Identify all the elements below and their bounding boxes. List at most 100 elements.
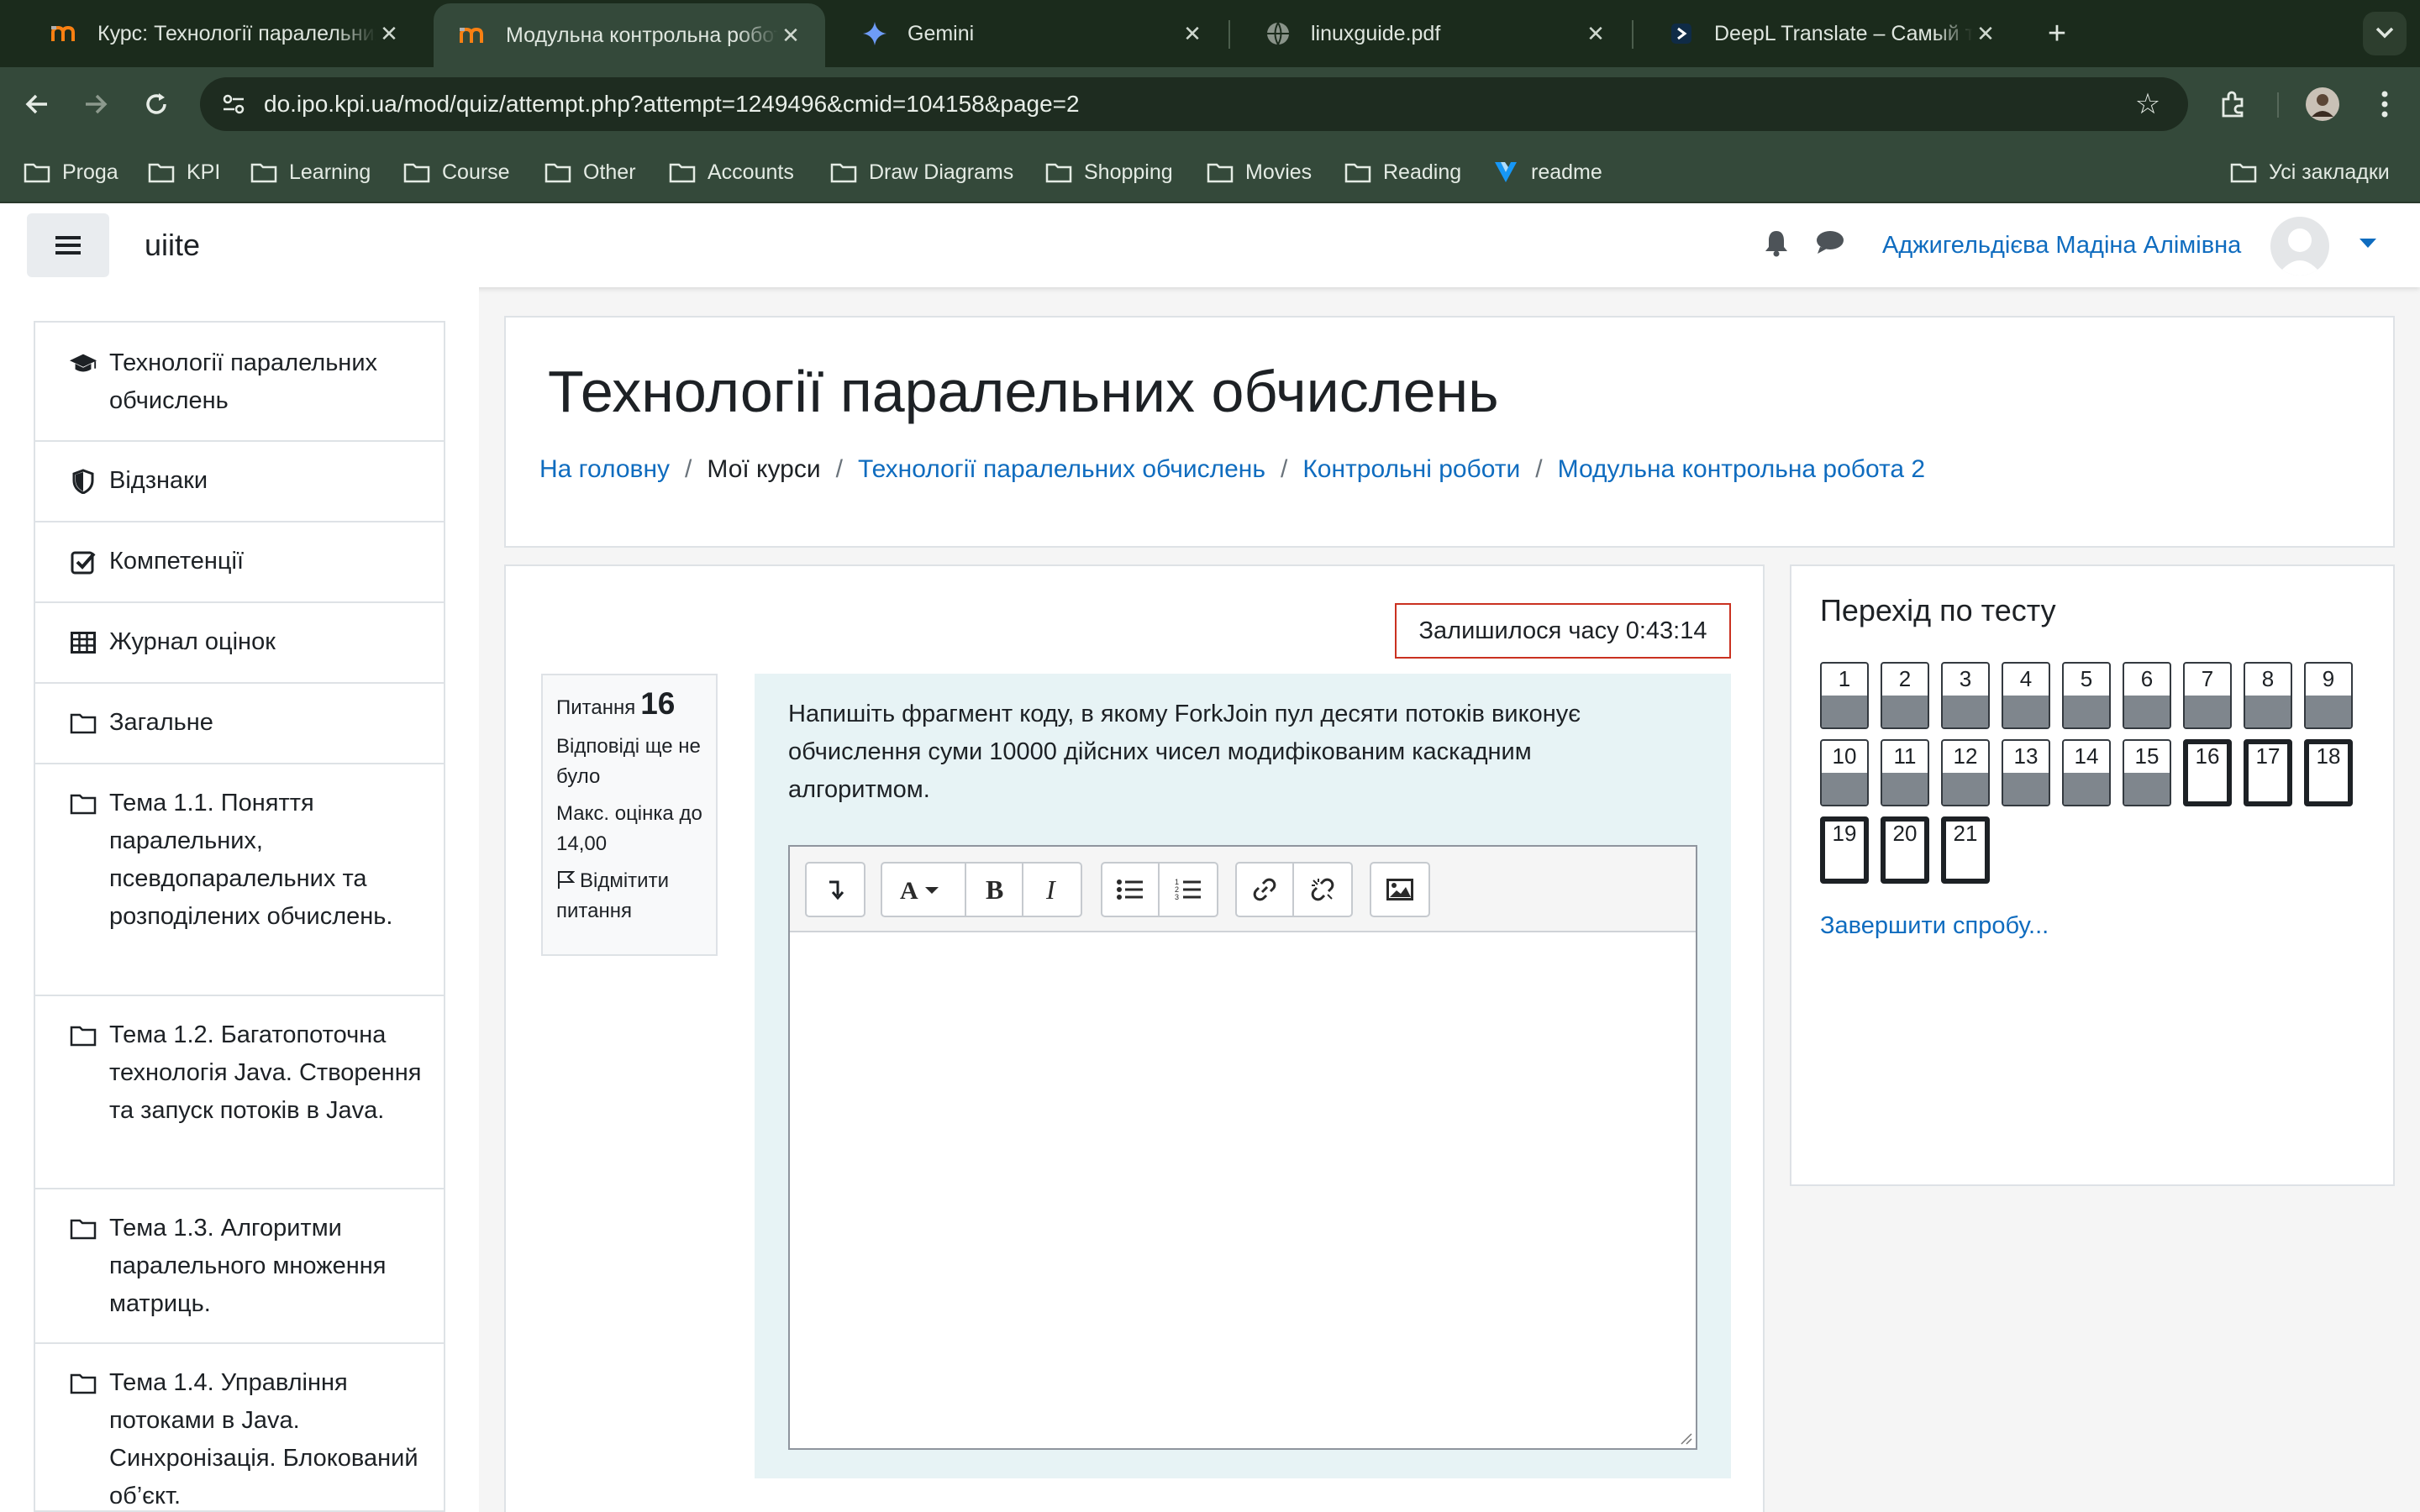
question-nav-button[interactable]: 9 bbox=[2304, 662, 2353, 729]
question-nav-button[interactable]: 10 bbox=[1820, 739, 1869, 806]
nav-item-badges[interactable]: Відзнаки bbox=[35, 442, 444, 522]
paragraph-style-icon[interactable]: A bbox=[882, 864, 966, 916]
question-nav-button[interactable]: 16 bbox=[2183, 739, 2232, 806]
question-nav-button[interactable]: 12 bbox=[1941, 739, 1990, 806]
bookmark-accounts[interactable]: Accounts bbox=[669, 141, 794, 203]
drawer-toggle-button[interactable] bbox=[27, 213, 109, 277]
finish-attempt-link[interactable]: Завершити спробу... bbox=[1820, 912, 2049, 940]
back-button[interactable] bbox=[15, 82, 59, 126]
folder-icon bbox=[69, 1215, 97, 1243]
extensions-icon[interactable] bbox=[2212, 82, 2255, 126]
nav-item-topic-1-1[interactable]: Тема 1.1. Поняття паралельних, псевдопар… bbox=[35, 764, 444, 996]
question-nav-button[interactable]: 5 bbox=[2062, 662, 2111, 729]
tab-gemini[interactable]: Gemini ✕ bbox=[835, 7, 1227, 60]
nav-item-competencies[interactable]: Компетенції bbox=[35, 522, 444, 603]
question-nav-button[interactable]: 14 bbox=[2062, 739, 2111, 806]
folder-icon bbox=[2230, 163, 2257, 183]
bookmark-movies[interactable]: Movies bbox=[1207, 141, 1312, 203]
question-nav-button[interactable]: 18 bbox=[2304, 739, 2353, 806]
question-nav-number: 15 bbox=[2134, 743, 2160, 769]
question-nav-button[interactable]: 19 bbox=[1820, 816, 1869, 884]
folder-icon bbox=[544, 163, 571, 183]
new-tab-button[interactable]: + bbox=[2037, 12, 2077, 55]
nav-item-general[interactable]: Загальне bbox=[35, 684, 444, 764]
nav-item-topic-1-4[interactable]: Тема 1.4. Управління потоками в Java. Си… bbox=[35, 1344, 444, 1512]
ordered-list-icon[interactable]: 123 bbox=[1160, 864, 1217, 916]
resize-handle-icon[interactable] bbox=[1679, 1431, 1692, 1445]
close-icon[interactable]: ✕ bbox=[1973, 21, 1998, 47]
globe-icon bbox=[1264, 19, 1292, 48]
user-avatar[interactable] bbox=[2270, 217, 2329, 276]
bookmark-proga[interactable]: Proga bbox=[24, 141, 118, 203]
site-name[interactable]: uiite bbox=[145, 203, 200, 287]
tab-course[interactable]: Курс: Технології паралельних обчислень ✕ bbox=[25, 7, 424, 60]
close-icon[interactable]: ✕ bbox=[1583, 21, 1608, 47]
italic-icon[interactable]: I bbox=[1023, 864, 1081, 916]
question-nav-button[interactable]: 11 bbox=[1881, 739, 1929, 806]
user-menu-name[interactable]: Аджигельдієва Мадіна Алімівна bbox=[1882, 203, 2241, 287]
site-settings-icon[interactable] bbox=[220, 91, 247, 118]
close-icon[interactable]: ✕ bbox=[1180, 21, 1205, 47]
question-nav-button[interactable]: 7 bbox=[2183, 662, 2232, 729]
bookmark-other[interactable]: Other bbox=[544, 141, 636, 203]
user-menu-caret-icon[interactable] bbox=[2360, 239, 2376, 248]
question-nav-button[interactable]: 20 bbox=[1881, 816, 1929, 884]
unlink-icon[interactable] bbox=[1294, 864, 1351, 916]
bookmark-shopping[interactable]: Shopping bbox=[1045, 141, 1173, 203]
link-icon[interactable] bbox=[1237, 864, 1294, 916]
bookmark-kpi[interactable]: KPI bbox=[148, 141, 220, 203]
nav-item-topic-1-2[interactable]: Тема 1.2. Багатопоточна технологія Java.… bbox=[35, 996, 444, 1189]
folder-icon bbox=[69, 1021, 97, 1050]
url-text[interactable]: do.ipo.kpi.ua/mod/quiz/attempt.php?attem… bbox=[264, 77, 1080, 131]
breadcrumb-home[interactable]: На головну bbox=[539, 455, 670, 484]
answer-textarea[interactable] bbox=[790, 934, 1696, 1448]
tab-quiz[interactable]: Модульна контрольна робота 2 ✕ bbox=[434, 3, 825, 67]
close-icon[interactable]: ✕ bbox=[778, 23, 803, 49]
tab-title: DeepL Translate – Самый точный переводчи… bbox=[1714, 21, 1973, 45]
reload-button[interactable] bbox=[134, 82, 178, 126]
question-nav-button[interactable]: 3 bbox=[1941, 662, 1990, 729]
bookmark-reading[interactable]: Reading bbox=[1344, 141, 1461, 203]
nav-item-course[interactable]: Технології паралельних обчислень bbox=[35, 323, 444, 442]
notification-bell-icon[interactable] bbox=[1760, 228, 1793, 262]
close-icon[interactable]: ✕ bbox=[376, 21, 402, 47]
question-nav-button[interactable]: 17 bbox=[2244, 739, 2292, 806]
breadcrumb-section[interactable]: Контрольні роботи bbox=[1302, 455, 1520, 484]
folder-icon bbox=[1344, 163, 1371, 183]
nav-item-topic-1-3[interactable]: Тема 1.3. Алгоритми паралельного множенн… bbox=[35, 1189, 444, 1344]
folder-icon bbox=[669, 163, 696, 183]
all-bookmarks[interactable]: Усі закладки bbox=[2230, 141, 2390, 203]
bookmark-star-icon[interactable]: ☆ bbox=[2131, 87, 2165, 121]
breadcrumb-quiz[interactable]: Модульна контрольна робота 2 bbox=[1558, 455, 1926, 484]
question-nav-button[interactable]: 2 bbox=[1881, 662, 1929, 729]
profile-avatar-icon[interactable] bbox=[2301, 82, 2344, 126]
bookmark-readme[interactable]: readme bbox=[1492, 141, 1602, 203]
question-nav-button[interactable]: 15 bbox=[2123, 739, 2171, 806]
browser-menu-icon[interactable] bbox=[2363, 82, 2407, 126]
question-nav-button[interactable]: 6 bbox=[2123, 662, 2171, 729]
bookmark-draw-diagrams[interactable]: Draw Diagrams bbox=[830, 141, 1013, 203]
image-icon[interactable] bbox=[1371, 864, 1428, 916]
folder-icon bbox=[830, 163, 857, 183]
moodle-icon bbox=[50, 19, 79, 48]
bold-icon[interactable]: B bbox=[966, 864, 1023, 916]
unordered-list-icon[interactable] bbox=[1102, 864, 1160, 916]
tab-deepl[interactable]: DeepL Translate – Самый точный переводчи… bbox=[1642, 7, 2020, 60]
bookmark-course[interactable]: Course bbox=[403, 141, 510, 203]
question-nav-button[interactable]: 4 bbox=[2002, 662, 2050, 729]
show-more-buttons-icon[interactable] bbox=[807, 864, 864, 916]
question-nav-button[interactable]: 13 bbox=[2002, 739, 2050, 806]
address-bar[interactable]: do.ipo.kpi.ua/mod/quiz/attempt.php?attem… bbox=[200, 77, 2188, 131]
question-nav-button[interactable]: 8 bbox=[2244, 662, 2292, 729]
nav-item-grades[interactable]: Журнал оцінок bbox=[35, 603, 444, 684]
tab-pdf[interactable]: linuxguide.pdf ✕ bbox=[1239, 7, 1630, 60]
forward-button[interactable] bbox=[74, 82, 118, 126]
bookmark-learning[interactable]: Learning bbox=[250, 141, 371, 203]
breadcrumb-course[interactable]: Технології паралельних обчислень bbox=[858, 455, 1265, 484]
question-nav-button[interactable]: 21 bbox=[1941, 816, 1990, 884]
messages-icon[interactable] bbox=[1813, 228, 1847, 262]
question-nav-button[interactable]: 1 bbox=[1820, 662, 1869, 729]
flag-question-button[interactable]: Відмітити питання bbox=[556, 866, 702, 927]
tab-search-button[interactable] bbox=[2363, 12, 2407, 55]
svg-text:3: 3 bbox=[1175, 893, 1179, 901]
